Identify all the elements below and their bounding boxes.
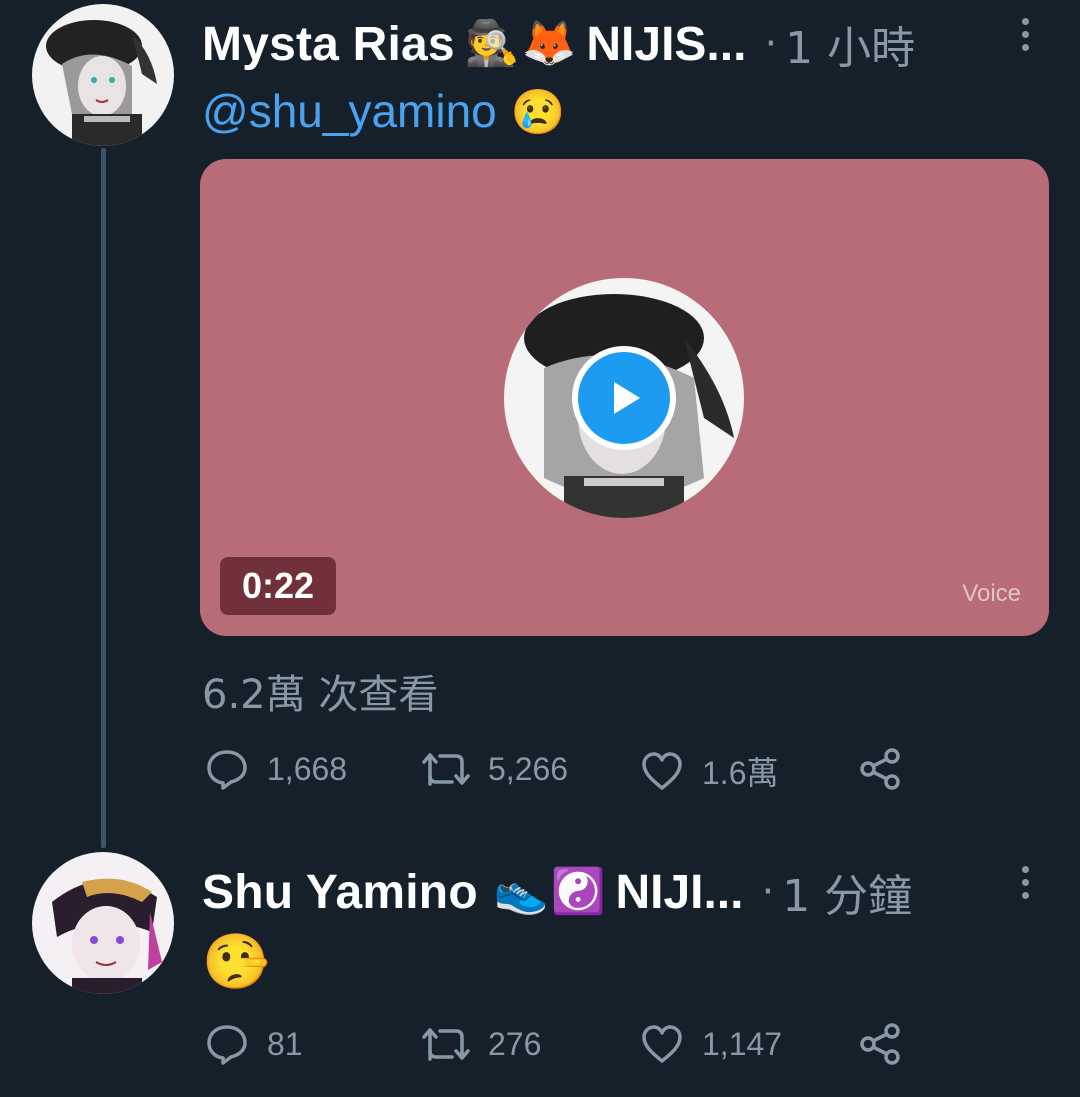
display-name[interactable]: Mysta Rias — [202, 17, 455, 72]
media-watermark: Voice — [962, 580, 1021, 607]
more-options-icon[interactable] — [1022, 18, 1032, 58]
mention-link[interactable]: @shu_yamino — [202, 85, 497, 137]
retweet-count: 276 — [488, 1025, 542, 1062]
tweet-1-header: Mysta Rias 🕵️ 🦊 NIJIS... · 1 小時 — [202, 12, 915, 76]
avatar-mysta[interactable] — [32, 4, 174, 146]
reply-icon — [207, 750, 247, 790]
share-icon — [860, 1023, 900, 1065]
play-icon — [614, 382, 640, 414]
more-options-icon[interactable] — [1022, 866, 1032, 906]
fox-emoji-icon: 🦊 — [521, 18, 577, 69]
reply-count: 81 — [267, 1025, 303, 1062]
retweet-count: 5,266 — [488, 750, 569, 787]
tweet-2-header: Shu Yamino 👟 ☯️ NIJI... · 1 分鐘 — [202, 860, 912, 924]
reply-count: 1,668 — [267, 750, 348, 787]
like-count: 1.6萬 — [702, 755, 779, 791]
media-duration: 0:22 — [220, 557, 336, 615]
like-button[interactable]: 1,147 — [640, 1023, 782, 1065]
lying-face-emoji-icon: 🤥 — [202, 930, 270, 993]
heart-icon — [642, 1025, 682, 1063]
share-icon — [860, 748, 900, 790]
thread-connector-line — [101, 148, 106, 848]
reply-button[interactable]: 81 — [205, 1023, 303, 1065]
like-button[interactable]: 1.6萬 — [640, 748, 779, 794]
view-count: 6.2萬 次查看 — [202, 672, 439, 718]
yin-yang-emoji-icon: ☯️ — [550, 866, 606, 917]
voice-media-card[interactable]: 0:22 Voice — [200, 159, 1049, 636]
tweet-timestamp[interactable]: 1 小時 — [785, 12, 915, 76]
display-name-suffix[interactable]: NIJI... — [615, 865, 743, 920]
display-name[interactable]: Shu Yamino — [202, 865, 478, 920]
display-name-suffix[interactable]: NIJIS... — [586, 17, 746, 72]
share-button[interactable] — [858, 748, 902, 790]
separator-dot: · — [761, 869, 775, 915]
tweet-timestamp[interactable]: 1 分鐘 — [782, 860, 912, 924]
like-count: 1,147 — [702, 1025, 783, 1062]
retweet-icon — [422, 1028, 470, 1061]
reply-icon — [207, 1025, 247, 1065]
reply-button[interactable]: 1,668 — [205, 748, 347, 790]
avatar-shu[interactable] — [32, 852, 174, 994]
retweet-icon — [422, 753, 470, 786]
tweet-1-text: @shu_yamino 😢 — [202, 84, 566, 138]
share-button[interactable] — [858, 1023, 902, 1065]
heart-icon — [642, 752, 682, 790]
sneaker-emoji-icon: 👟 — [493, 866, 549, 917]
detective-emoji-icon: 🕵️ — [464, 18, 520, 69]
retweet-button[interactable]: 276 — [422, 1023, 541, 1065]
play-button[interactable] — [572, 346, 676, 450]
separator-dot: · — [764, 21, 778, 67]
crying-emoji-icon: 😢 — [510, 88, 566, 137]
retweet-button[interactable]: 5,266 — [422, 748, 568, 790]
